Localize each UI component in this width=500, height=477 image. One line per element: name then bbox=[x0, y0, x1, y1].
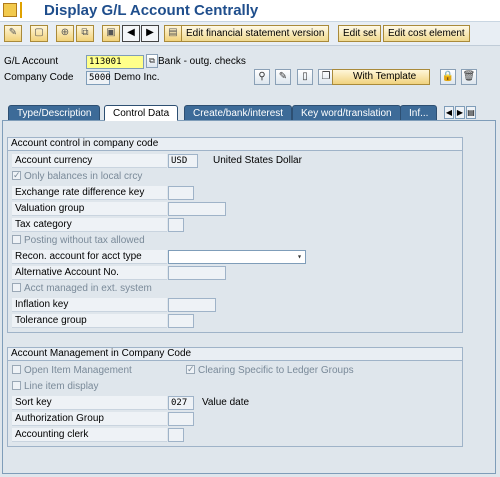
tax-category-input[interactable] bbox=[168, 218, 184, 232]
acct-managed-row[interactable]: Acct managed in ext. system bbox=[12, 282, 152, 296]
pencil-icon: ✎ bbox=[8, 27, 18, 38]
accounting-clerk-input[interactable] bbox=[168, 428, 184, 442]
gl-account-copy-icon[interactable]: ⧉ bbox=[146, 54, 158, 68]
company-code-description: Demo Inc. bbox=[114, 72, 160, 83]
authorization-group-label: Authorization Group bbox=[12, 412, 167, 426]
copy-button[interactable]: ⧉ bbox=[76, 25, 94, 42]
application-toolbar: ✎ ▢ ⊕ ⧉ ▣ ◀ ▶ ▤ Edit financial statement… bbox=[0, 22, 500, 46]
gl-account-input[interactable]: 113001 bbox=[86, 55, 144, 69]
tab-scroll-right-icon[interactable]: ▶ bbox=[455, 106, 465, 119]
tax-category-label: Tax category bbox=[12, 218, 167, 232]
page-title: Display G/L Account Centrally bbox=[44, 2, 259, 19]
valuation-group-label: Valuation group bbox=[12, 202, 167, 216]
dropdown-icon[interactable]: ▾ bbox=[295, 252, 304, 262]
account-currency-description: United States Dollar bbox=[213, 155, 302, 166]
arrow-left-icon: ◀ bbox=[127, 27, 135, 38]
next-button[interactable]: ▶ bbox=[141, 25, 159, 42]
sort-key-description: Value date bbox=[202, 397, 250, 408]
pencil-icon[interactable]: ✎ bbox=[275, 69, 291, 85]
exchange-rate-input[interactable] bbox=[168, 186, 194, 200]
company-code-input[interactable]: 5000 bbox=[86, 71, 111, 85]
tolerance-group-input[interactable] bbox=[168, 314, 194, 328]
save-button[interactable]: ▤ bbox=[164, 25, 182, 42]
account-currency-input[interactable]: USD bbox=[168, 154, 198, 168]
accounting-clerk-label: Accounting clerk bbox=[12, 428, 167, 442]
edit-cost-element-button[interactable]: Edit cost element bbox=[383, 25, 470, 42]
posting-without-tax-label: Posting without tax allowed bbox=[24, 235, 145, 246]
gl-account-label: G/L Account bbox=[4, 56, 59, 67]
only-balances-checkbox[interactable] bbox=[12, 169, 21, 182]
lock-icon[interactable]: 🔒 bbox=[440, 69, 456, 85]
posting-without-tax-row[interactable]: Posting without tax allowed bbox=[12, 234, 145, 248]
open-item-label: Open Item Management bbox=[24, 365, 132, 376]
recon-account-label: Recon. account for acct type bbox=[12, 250, 167, 264]
company-code-label: Company Code bbox=[4, 72, 74, 83]
posting-without-tax-checkbox[interactable] bbox=[12, 234, 21, 244]
authorization-group-input[interactable] bbox=[168, 412, 194, 426]
alternative-account-input[interactable] bbox=[168, 266, 226, 280]
title-separator bbox=[20, 2, 22, 18]
clearing-specific-row[interactable]: Clearing Specific to Ledger Groups bbox=[186, 363, 354, 378]
alternative-account-label: Alternative Account No. bbox=[12, 266, 167, 280]
account-currency-label: Account currency bbox=[12, 154, 167, 168]
tab-information[interactable]: Inf... bbox=[400, 105, 438, 121]
line-item-checkbox[interactable] bbox=[12, 380, 21, 390]
title-bar: Display G/L Account Centrally bbox=[0, 0, 500, 22]
tab-type-description[interactable]: Type/Description bbox=[8, 105, 101, 121]
new-document-icon[interactable]: ▯ bbox=[297, 69, 313, 85]
clearing-specific-label: Clearing Specific to Ledger Groups bbox=[198, 365, 354, 376]
group-title: Account control in company code bbox=[8, 138, 462, 151]
change-display-button[interactable]: ✎ bbox=[4, 25, 22, 42]
group-title: Account Management in Company Code bbox=[8, 348, 462, 361]
open-item-checkbox[interactable] bbox=[12, 364, 21, 374]
glasses-icon[interactable]: ⚲ bbox=[254, 69, 270, 85]
open-item-row[interactable]: Open Item Management bbox=[12, 364, 132, 378]
sort-key-input[interactable]: 027 bbox=[168, 396, 194, 410]
tab-control-data[interactable]: Control Data bbox=[104, 105, 179, 121]
inflation-key-label: Inflation key bbox=[12, 298, 167, 312]
tab-content-panel: Account control in company code Account … bbox=[2, 120, 496, 474]
create-button[interactable]: ▢ bbox=[30, 25, 48, 42]
account-management-group: Account Management in Company Code Open … bbox=[7, 347, 463, 447]
tolerance-group-label: Tolerance group bbox=[12, 314, 167, 328]
gl-account-description: Bank - outg. checks bbox=[158, 56, 246, 67]
edit-set-button[interactable]: Edit set bbox=[338, 25, 382, 42]
document-icon: ▤ bbox=[168, 27, 178, 38]
document-icon: ▢ bbox=[34, 27, 44, 38]
edit-financial-statement-version-button[interactable]: Edit financial statement version bbox=[181, 25, 330, 42]
delete-icon[interactable]: 🗑 bbox=[461, 69, 477, 85]
valuation-group-input[interactable] bbox=[168, 202, 226, 216]
recon-account-select[interactable]: ▾ bbox=[168, 250, 306, 264]
line-item-label: Line item display bbox=[24, 381, 99, 392]
previous-button[interactable]: ◀ bbox=[122, 25, 140, 42]
app-menu-icon[interactable] bbox=[3, 3, 17, 17]
tab-strip: Type/Description Control Data Create/ban… bbox=[8, 105, 498, 121]
tab-list-icon[interactable]: ▤ bbox=[466, 106, 476, 119]
with-template-button[interactable]: With Template bbox=[332, 69, 430, 85]
sort-key-label: Sort key bbox=[12, 396, 167, 410]
acct-managed-checkbox[interactable] bbox=[12, 282, 21, 292]
account-control-group: Account control in company code Account … bbox=[7, 137, 463, 333]
only-balances-label: Only balances in local crcy bbox=[24, 171, 143, 182]
inflation-key-input[interactable] bbox=[168, 298, 216, 312]
arrow-right-icon: ▶ bbox=[146, 27, 154, 38]
copy-icon: ⧉ bbox=[81, 27, 89, 38]
tab-key-word-translation[interactable]: Key word/translation bbox=[292, 105, 401, 121]
other-object-button[interactable]: ▣ bbox=[102, 25, 120, 42]
link-icon: ⊕ bbox=[60, 27, 70, 38]
acct-managed-label: Acct managed in ext. system bbox=[24, 283, 152, 294]
tab-create-bank-interest[interactable]: Create/bank/interest bbox=[184, 105, 293, 121]
clearing-specific-checkbox[interactable] bbox=[186, 363, 195, 376]
only-balances-row[interactable]: Only balances in local crcy bbox=[12, 169, 143, 184]
exchange-rate-label: Exchange rate difference key bbox=[12, 186, 167, 200]
object-icon: ▣ bbox=[106, 27, 116, 38]
tab-scroll-left-icon[interactable]: ◀ bbox=[444, 106, 454, 119]
line-item-row[interactable]: Line item display bbox=[12, 380, 98, 394]
where-used-button[interactable]: ⊕ bbox=[56, 25, 74, 42]
